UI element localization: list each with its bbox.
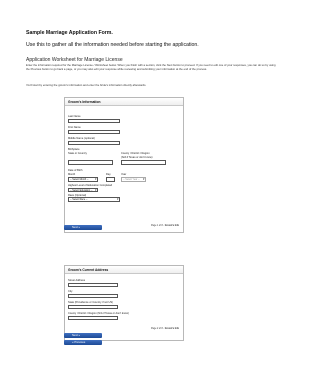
worksheet-intro: Enter the information required for the M… [26,64,276,71]
document-title: Sample Marriage Application Form. [26,30,113,36]
groom-address-panel: Groom's Current Address Street Address C… [64,265,184,341]
day-field[interactable] [106,177,115,182]
year-select[interactable]: -- Select Year -- [121,177,146,182]
birthplace-label: Birthplace [68,148,80,151]
document-subtitle: Use this to gather all the information n… [26,42,199,48]
middle-name-field[interactable] [68,140,120,145]
date-of-birth-label: Date of Birth [68,169,83,172]
street-address-field[interactable] [68,282,118,287]
year-label: Year [121,173,127,176]
county-field[interactable] [68,315,118,320]
day-label: Day [106,173,111,176]
county-district-hint: (N/A if Texas or don't know) [121,155,153,159]
birthplace-county-field[interactable] [121,160,166,165]
last-name-field[interactable] [68,118,120,123]
worksheet-intro-2: You'll start by entering the groom's inf… [26,84,147,87]
worksheet-heading: Application Worksheet for Marriage Licen… [26,57,123,63]
next-button[interactable]: Next » [64,225,102,230]
groom-address-panel-title: Groom's Current Address [65,266,183,274]
page-indicator: Page 1 of 8 - Groom's Info [151,225,179,227]
groom-info-panel-title: Groom's Information [65,98,183,106]
state-country-label: State or Country [68,152,87,155]
page-indicator-2: Page 2 of 8 - Groom's Info [151,328,179,330]
groom-info-panel: Groom's Information Last Name First Name… [64,97,184,233]
city-field[interactable] [68,293,118,298]
state-field[interactable] [68,304,118,309]
first-name-field[interactable] [68,129,120,134]
month-label: Month [68,173,76,176]
next-button-2[interactable]: Next » [64,333,102,338]
education-select[interactable]: -- Select Education -- [68,187,98,192]
month-select[interactable]: -- Select Month -- [68,177,98,182]
race-select[interactable]: -- Select Race -- [68,197,120,202]
previous-button[interactable]: « Previous [64,340,102,345]
birthplace-state-field[interactable] [68,160,113,165]
